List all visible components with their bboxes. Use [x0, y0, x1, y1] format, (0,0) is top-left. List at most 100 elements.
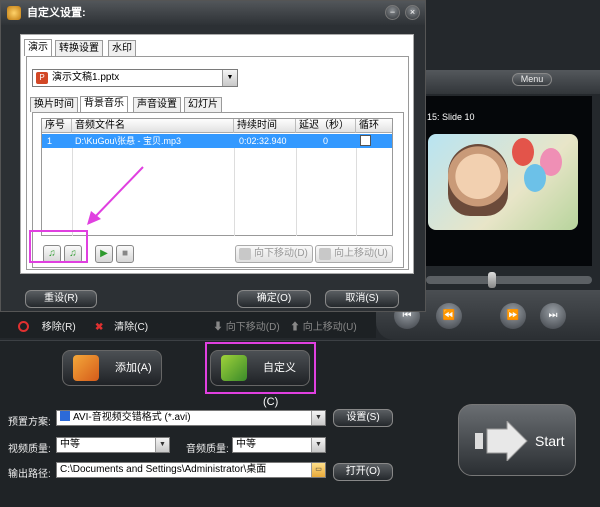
- custom-button-highlight: [205, 342, 316, 394]
- tab-watermark[interactable]: 水印: [108, 40, 136, 56]
- video-quality-value: 中等: [60, 439, 80, 450]
- file-select-value: 演示文稿1.pptx: [52, 72, 120, 83]
- menu-label: Menu: [520, 74, 544, 84]
- open-label: 打开(O): [345, 466, 381, 477]
- music-move-down-button[interactable]: 向下移动(D): [235, 245, 313, 263]
- chevron-down-icon: ▼: [222, 70, 237, 86]
- custom-settings-dialog: 自定义设置: − × 演示 转换设置 水印 P 演示文稿1.pptx ▼ 换片时…: [0, 0, 426, 312]
- table-row[interactable]: 1 D:\KuGou\张悬 - 宝贝.mp3 0:02:32.940 0: [42, 134, 392, 148]
- music-move-down-label: 向下移动(D): [254, 248, 308, 259]
- tab-label: 演示: [28, 42, 48, 53]
- pointer-arrow-annotation: [87, 166, 144, 225]
- menu-button[interactable]: Menu: [512, 73, 552, 86]
- tab-conversion-settings[interactable]: 转换设置: [55, 40, 103, 56]
- remove-icon: [18, 321, 29, 332]
- column-header[interactable]: 循环: [356, 119, 392, 133]
- play-icon: ▶: [100, 248, 108, 259]
- column-header[interactable]: 音频文件名: [72, 119, 234, 133]
- cancel-button[interactable]: 取消(S): [325, 290, 399, 308]
- seek-bar[interactable]: [426, 276, 592, 284]
- start-button[interactable]: Start: [458, 404, 576, 476]
- seek-handle[interactable]: [488, 272, 496, 288]
- move-down-icon: ⬇: [213, 322, 223, 333]
- baby-photo: [448, 144, 508, 216]
- subtab-slides[interactable]: 幻灯片: [184, 97, 222, 112]
- move-up-icon: ⬆: [290, 322, 300, 333]
- row-delay: 0: [323, 136, 329, 146]
- add-music-highlight: [29, 230, 88, 263]
- dialog-title: 自定义设置:: [27, 7, 86, 19]
- rewind-icon[interactable]: ⏪: [436, 303, 462, 329]
- row-file: D:\KuGou\张悬 - 宝贝.mp3: [75, 136, 182, 146]
- add-label: 添加(A): [115, 362, 152, 374]
- remove-button[interactable]: 移除(R): [18, 318, 76, 333]
- start-arrow-icon: [475, 421, 528, 461]
- row-index: 1: [47, 136, 53, 146]
- preset-value: AVI-音视频交错格式 (*.avi): [73, 412, 191, 423]
- video-quality-dropdown[interactable]: 中等 ▼: [56, 437, 170, 453]
- music-move-up-label: 向上移动(U): [334, 248, 388, 259]
- column-divider: [296, 148, 297, 236]
- table-header: 序号 音频文件名 持续时间 延迟（秒） 循环: [42, 119, 392, 133]
- clear-button[interactable]: ✖ 清除(C): [95, 318, 148, 333]
- play-button[interactable]: ▶: [95, 245, 113, 263]
- reset-button[interactable]: 重设(R): [25, 290, 97, 308]
- ok-button[interactable]: 确定(O): [237, 290, 311, 308]
- settings-button[interactable]: 设置(S): [333, 409, 393, 427]
- open-button[interactable]: 打开(O): [333, 463, 393, 481]
- last-slide-icon[interactable]: ⏭: [540, 303, 566, 329]
- clear-label: 清除(C): [114, 322, 149, 333]
- stop-icon: ■: [121, 248, 129, 259]
- start-label: Start: [535, 433, 565, 449]
- clear-icon: ✖: [95, 322, 104, 333]
- column-header[interactable]: 延迟（秒）: [296, 119, 356, 133]
- fast-forward-icon[interactable]: ⏩: [500, 303, 526, 329]
- video-quality-label: 视频质量:: [8, 444, 51, 455]
- output-path-label: 输出路径:: [8, 469, 51, 480]
- slide-thumbnail-image: [428, 134, 578, 230]
- output-path-value: C:\Documents and Settings\Administrator\…: [60, 464, 267, 475]
- minimize-icon[interactable]: −: [385, 5, 400, 20]
- add-button[interactable]: 添加(A): [62, 350, 162, 386]
- music-move-up-button[interactable]: 向上移动(U): [315, 245, 393, 263]
- balloon-decoration: [524, 164, 546, 192]
- chevron-down-icon: ▼: [311, 438, 325, 452]
- column-header[interactable]: 持续时间: [234, 119, 296, 133]
- subtab-label: 换片时间: [34, 99, 74, 110]
- close-icon[interactable]: ×: [405, 5, 420, 20]
- avi-icon: [60, 411, 70, 421]
- balloon-decoration: [512, 138, 534, 166]
- column-header[interactable]: 序号: [42, 119, 72, 133]
- row-duration: 0:02:32.940: [239, 136, 287, 146]
- move-down-icon: [239, 248, 251, 260]
- ok-label: 确定(O): [256, 293, 292, 304]
- tab-presentation[interactable]: 演示: [24, 39, 52, 56]
- settings-label: 设置(S): [346, 412, 380, 423]
- reset-label: 重设(R): [44, 293, 78, 304]
- folder-icon[interactable]: ▭: [311, 463, 325, 477]
- subtab-label: 背景音乐: [84, 98, 124, 109]
- chevron-down-icon: ▼: [311, 411, 325, 425]
- app-icon: [7, 6, 21, 20]
- output-path-field[interactable]: C:\Documents and Settings\Administrator\…: [56, 462, 326, 478]
- audio-quality-label: 音频质量:: [186, 444, 229, 455]
- remove-label: 移除(R): [41, 322, 76, 333]
- toolbar-move-up-label: 向上移动(U): [302, 322, 357, 333]
- preset-dropdown[interactable]: AVI-音视频交错格式 (*.avi) ▼: [56, 410, 326, 426]
- stop-button[interactable]: ■: [116, 245, 134, 263]
- column-divider: [234, 148, 235, 236]
- pptx-icon: P: [36, 72, 48, 84]
- subtab-transition-time[interactable]: 换片时间: [30, 97, 78, 112]
- audio-quality-value: 中等: [236, 439, 256, 450]
- toolbar-move-up-button[interactable]: ⬆ 向上移动(U): [290, 318, 357, 333]
- tab-label: 转换设置: [59, 43, 99, 54]
- subtab-sound-settings[interactable]: 声音设置: [133, 97, 181, 112]
- presentation-file-dropdown[interactable]: P 演示文稿1.pptx ▼: [32, 69, 238, 87]
- audio-quality-dropdown[interactable]: 中等 ▼: [232, 437, 326, 453]
- column-divider: [356, 148, 357, 236]
- tab-label: 水印: [112, 43, 132, 54]
- subtab-background-music[interactable]: 背景音乐: [80, 96, 128, 112]
- add-file-icon: [73, 355, 99, 381]
- loop-checkbox[interactable]: [360, 135, 371, 146]
- toolbar-move-down-button[interactable]: ⬇ 向下移动(D): [213, 318, 280, 333]
